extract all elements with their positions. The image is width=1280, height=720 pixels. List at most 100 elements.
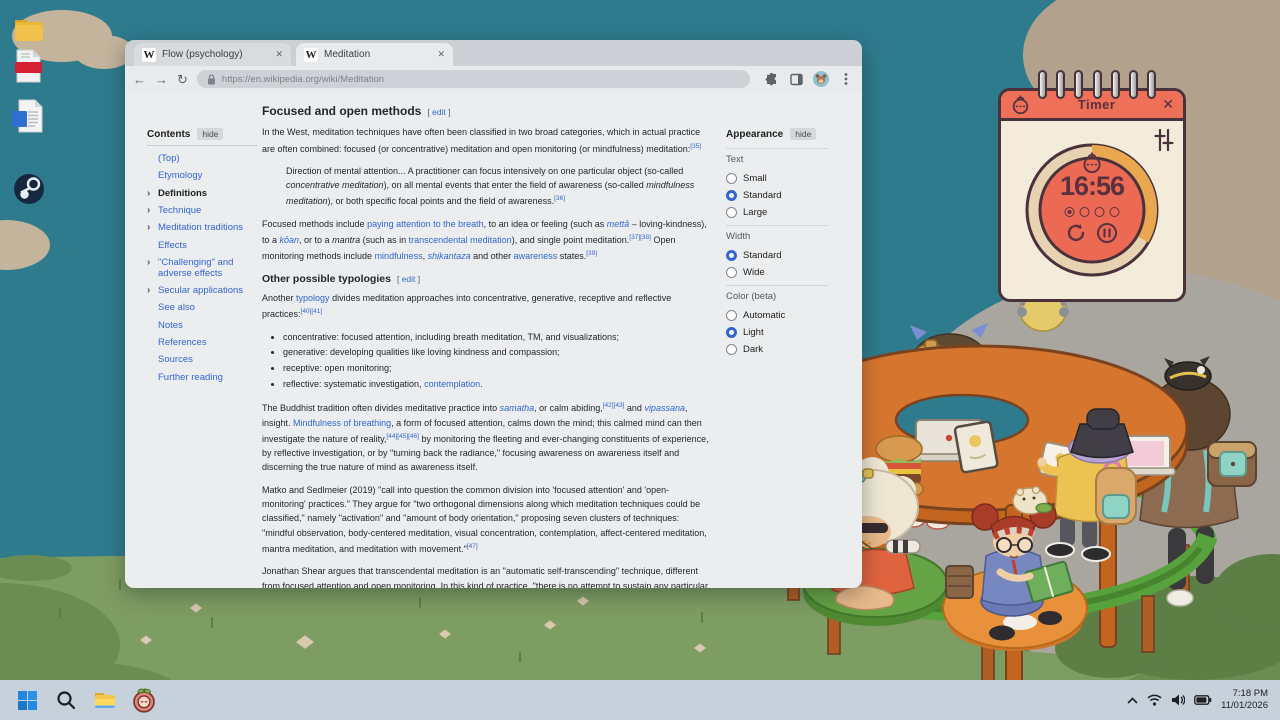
tab-meditation[interactable]: W Meditation ✕ bbox=[296, 43, 453, 66]
appearance-option[interactable]: Standard bbox=[726, 187, 828, 204]
contents-link[interactable]: References bbox=[147, 335, 257, 352]
article-link[interactable]: Mindfulness of breathing bbox=[293, 418, 391, 428]
steam-icon[interactable] bbox=[12, 172, 46, 206]
contents-link[interactable]: Sources bbox=[147, 352, 257, 369]
chevron-right-icon[interactable]: › bbox=[147, 285, 150, 297]
reference-link[interactable]: [37][38] bbox=[629, 234, 651, 241]
appearance-option[interactable]: Wide bbox=[726, 264, 828, 281]
appearance-option-label: Small bbox=[743, 173, 767, 184]
article-link[interactable]: vipassana bbox=[644, 403, 685, 413]
list-item: reflective: systematic investigation, co… bbox=[283, 377, 712, 391]
search-icon[interactable] bbox=[53, 687, 79, 713]
file-explorer-icon[interactable] bbox=[92, 687, 118, 713]
contents-link[interactable]: ›"Challenging" and adverse effects bbox=[147, 255, 257, 283]
contents-link[interactable]: Further reading bbox=[147, 369, 257, 386]
contents-link[interactable]: Notes bbox=[147, 318, 257, 335]
spiral-ring bbox=[1111, 70, 1120, 99]
reset-icon[interactable] bbox=[1066, 223, 1086, 243]
forward-icon[interactable]: → bbox=[155, 73, 168, 86]
appearance-option[interactable]: Large bbox=[726, 204, 828, 221]
side-panel-icon[interactable] bbox=[788, 71, 804, 87]
article-link[interactable]: awareness bbox=[514, 251, 558, 261]
appearance-option[interactable]: Standard bbox=[726, 247, 828, 264]
article-text: Direction of mental attention... A pract… bbox=[286, 166, 683, 176]
contents-link[interactable]: ›Secular applications bbox=[147, 283, 257, 300]
contents-link[interactable]: See also bbox=[147, 300, 257, 317]
edit-link[interactable]: edit bbox=[432, 107, 446, 117]
edit-link[interactable]: edit bbox=[402, 274, 416, 284]
pdf-file-icon[interactable] bbox=[12, 48, 46, 82]
radio-button[interactable] bbox=[726, 344, 737, 355]
folder-icon[interactable] bbox=[12, 12, 46, 46]
close-tab-icon[interactable]: ✕ bbox=[437, 49, 445, 60]
contents-link[interactable]: ›Meditation traditions bbox=[147, 220, 257, 237]
taskbar-clock[interactable]: 7:18 PM 11/01/2026 bbox=[1221, 688, 1268, 712]
radio-button[interactable] bbox=[726, 173, 737, 184]
contents-link[interactable]: Effects bbox=[147, 237, 257, 254]
article-link[interactable]: paying attention to the breath bbox=[367, 219, 484, 229]
reference-link[interactable]: [36] bbox=[554, 195, 565, 202]
contents-link[interactable]: Etymology bbox=[147, 168, 257, 185]
paragraph: Another typology divides meditation appr… bbox=[262, 291, 712, 322]
article-text: reflective: systematic investigation, bbox=[283, 379, 424, 389]
appearance-option[interactable]: Light bbox=[726, 324, 828, 341]
radio-button[interactable] bbox=[726, 207, 737, 218]
article-link[interactable]: typology bbox=[296, 293, 330, 303]
article-link[interactable]: kōan bbox=[280, 235, 300, 245]
tab-flow-psychology[interactable]: W Flow (psychology) ✕ bbox=[134, 43, 291, 66]
back-icon[interactable]: ← bbox=[133, 73, 146, 86]
appearance-option-label: Automatic bbox=[743, 310, 785, 321]
radio-button[interactable] bbox=[726, 327, 737, 338]
appearance-option[interactable]: Automatic bbox=[726, 307, 828, 324]
reference-link[interactable]: [39] bbox=[586, 250, 597, 257]
start-icon[interactable] bbox=[14, 687, 40, 713]
extensions-icon[interactable] bbox=[763, 71, 779, 87]
appearance-hide-button[interactable]: hide bbox=[790, 128, 816, 140]
contents-link[interactable]: (Top) bbox=[147, 151, 257, 168]
contents-hide-button[interactable]: hide bbox=[197, 128, 223, 140]
reference-link[interactable]: [47] bbox=[467, 543, 478, 550]
reload-icon[interactable]: ↻ bbox=[177, 73, 188, 86]
battery-icon[interactable] bbox=[1194, 695, 1212, 705]
article-link[interactable]: shikantaza bbox=[428, 251, 471, 261]
spiral-binding bbox=[998, 70, 1186, 100]
chevron-right-icon[interactable]: › bbox=[147, 188, 150, 200]
menu-kebab-icon[interactable] bbox=[838, 71, 854, 87]
chevron-up-icon[interactable] bbox=[1127, 697, 1138, 704]
appearance-option[interactable]: Small bbox=[726, 170, 828, 187]
article-link[interactable]: mettā bbox=[607, 219, 630, 229]
doc-file-icon[interactable] bbox=[10, 98, 44, 132]
radio-button[interactable] bbox=[726, 190, 737, 201]
radio-button[interactable] bbox=[726, 310, 737, 321]
reference-link[interactable]: [42][43] bbox=[603, 402, 625, 409]
article-link[interactable]: contemplation bbox=[424, 379, 480, 389]
contents-link[interactable]: ›Technique bbox=[147, 203, 257, 220]
article-link[interactable]: transcendental meditation bbox=[409, 235, 512, 245]
pause-icon[interactable] bbox=[1096, 222, 1118, 244]
radio-button[interactable] bbox=[726, 250, 737, 261]
pomodoro-app-icon[interactable] bbox=[131, 687, 157, 713]
avatar[interactable] bbox=[813, 71, 829, 87]
wifi-icon[interactable] bbox=[1147, 694, 1162, 706]
article-text: mantra bbox=[332, 235, 360, 245]
close-tab-icon[interactable]: ✕ bbox=[275, 49, 283, 60]
article-text: Jonathan Shear argues that transcendenta… bbox=[262, 566, 708, 588]
chevron-right-icon[interactable]: › bbox=[147, 257, 150, 269]
edit-section: [ edit ] bbox=[427, 107, 450, 117]
article-text: ), or both specific focal points and the… bbox=[328, 196, 555, 206]
volume-icon[interactable] bbox=[1171, 694, 1185, 706]
appearance-option[interactable]: Dark bbox=[726, 341, 828, 358]
chevron-right-icon[interactable]: › bbox=[147, 205, 150, 217]
url-bar[interactable]: https://en.wikipedia.org/wiki/Meditation bbox=[197, 70, 750, 88]
article-link[interactable]: mindfulness bbox=[375, 251, 423, 261]
reference-link[interactable]: [44][45][46] bbox=[386, 433, 419, 440]
contents-link[interactable]: ›Definitions bbox=[147, 186, 257, 203]
reference-link[interactable]: [35] bbox=[690, 143, 701, 150]
drawing-tablet-frog bbox=[954, 421, 997, 473]
tab-strip: W Flow (psychology) ✕ W Meditation ✕ bbox=[125, 40, 862, 66]
chevron-right-icon[interactable]: › bbox=[147, 222, 150, 234]
radio-button[interactable] bbox=[726, 267, 737, 278]
reference-link[interactable]: [40][41] bbox=[301, 308, 323, 315]
heading-text: Other possible typologies bbox=[262, 273, 391, 285]
article-link[interactable]: samatha bbox=[500, 403, 535, 413]
